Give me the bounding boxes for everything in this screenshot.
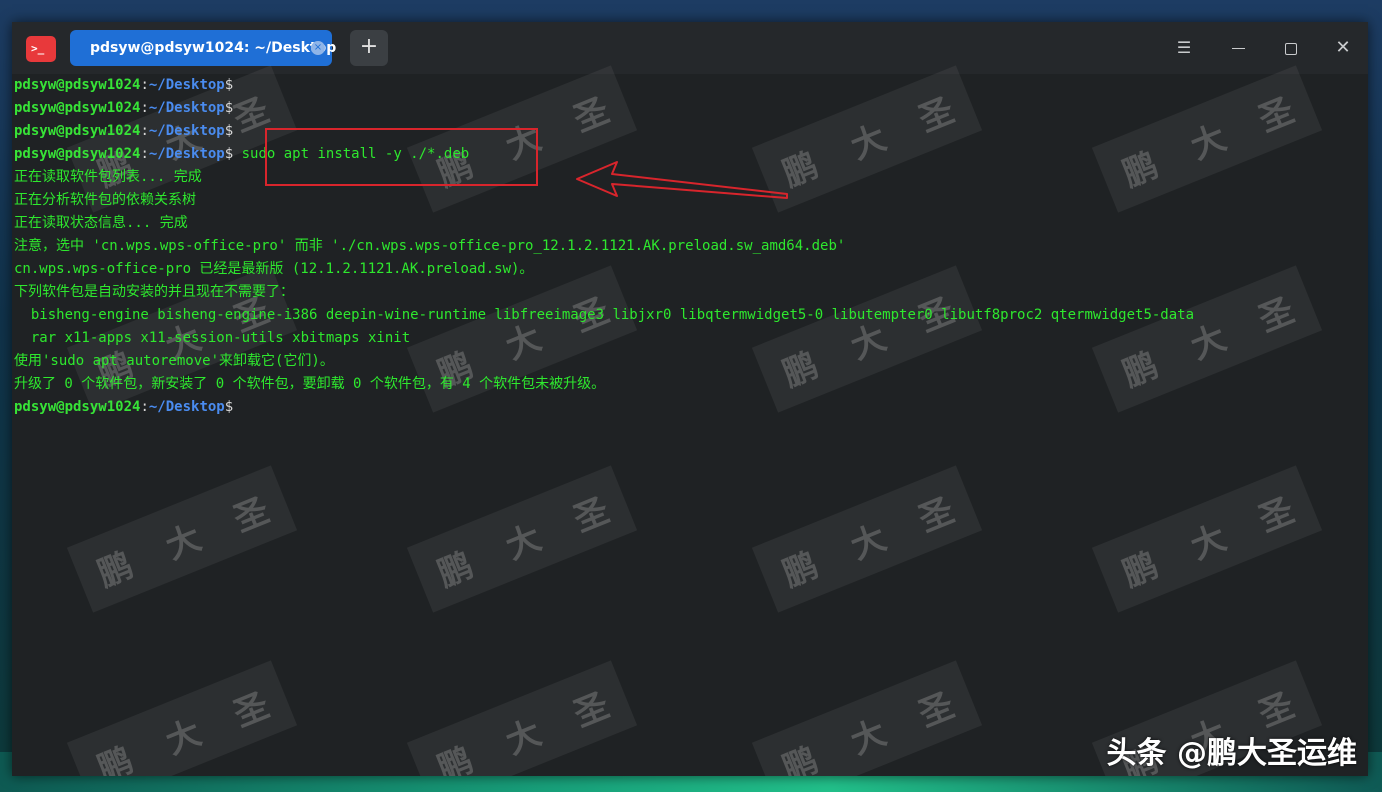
terminal-app-icon[interactable]: >_ bbox=[26, 36, 56, 62]
output-line: rar x11-apps x11-session-utils xbitmaps … bbox=[14, 330, 411, 346]
watermark: 鹏大圣 bbox=[1091, 465, 1323, 613]
output-line: 正在分析软件包的依赖关系树 bbox=[14, 192, 196, 208]
output-line: 正在读取软件包列表... 完成 bbox=[14, 169, 202, 185]
output-line: 注意，选中 'cn.wps.wps-office-pro' 而非 './cn.w… bbox=[14, 238, 846, 254]
command-highlight-box bbox=[265, 128, 538, 186]
watermark: 鹏大圣 bbox=[1091, 265, 1323, 413]
menu-icon[interactable]: ☰ bbox=[1170, 34, 1198, 62]
watermark: 鹏大圣 bbox=[1091, 65, 1323, 213]
close-icon[interactable]: ✕ bbox=[1329, 34, 1357, 62]
output-line: 升级了 0 个软件包，新安装了 0 个软件包，要卸载 0 个软件包，有 4 个软… bbox=[14, 376, 606, 392]
output-line: 正在读取状态信息... 完成 bbox=[14, 215, 188, 231]
tab-close-icon[interactable]: × bbox=[311, 41, 325, 55]
minimize-icon[interactable] bbox=[1224, 34, 1252, 62]
terminal-output[interactable]: 鹏大圣 鹏大圣 鹏大圣 鹏大圣 鹏大圣 鹏大圣 鹏大圣 鹏大圣 鹏大圣 鹏大圣 … bbox=[12, 65, 1368, 776]
watermark: 鹏大圣 bbox=[751, 660, 983, 776]
output-line: bisheng-engine bisheng-engine-i386 deepi… bbox=[14, 307, 1195, 323]
titlebar: >_ pdsyw@pdsyw1024: ~/Desktop × + ☰ ✕ bbox=[12, 22, 1368, 74]
brand-watermark: 头条 @鹏大圣运维 bbox=[1106, 736, 1357, 771]
terminal-tab[interactable]: pdsyw@pdsyw1024: ~/Desktop × bbox=[70, 30, 336, 66]
watermark: 鹏大圣 bbox=[406, 465, 638, 613]
watermark: 鹏大圣 bbox=[751, 465, 983, 613]
terminal-window: >_ pdsyw@pdsyw1024: ~/Desktop × + ☰ ✕ 鹏大… bbox=[12, 22, 1368, 776]
output-line: cn.wps.wps-office-pro 已经是最新版 (12.1.2.112… bbox=[14, 261, 534, 277]
prompt-line: pdsyw@pdsyw1024:~/Desktop$ bbox=[14, 77, 234, 93]
prompt-line: pdsyw@pdsyw1024:~/Desktop$ bbox=[14, 123, 234, 139]
watermark: 鹏大圣 bbox=[66, 660, 298, 776]
output-line: 下列软件包是自动安装的并且现在不需要了： bbox=[14, 284, 294, 300]
watermark: 鹏大圣 bbox=[751, 265, 983, 413]
tab-title: pdsyw@pdsyw1024: ~/Desktop bbox=[90, 40, 337, 56]
new-tab-button[interactable]: + bbox=[350, 30, 388, 66]
output-line: 使用'sudo apt autoremove'来卸载它(它们)。 bbox=[14, 353, 334, 369]
watermark: 鹏大圣 bbox=[66, 465, 298, 613]
arrow-annotation bbox=[576, 161, 788, 199]
prompt-line: pdsyw@pdsyw1024:~/Desktop$ bbox=[14, 100, 234, 116]
watermark: 鹏大圣 bbox=[406, 660, 638, 776]
maximize-icon[interactable] bbox=[1277, 34, 1305, 62]
prompt-line: pdsyw@pdsyw1024:~/Desktop$ bbox=[14, 399, 234, 415]
